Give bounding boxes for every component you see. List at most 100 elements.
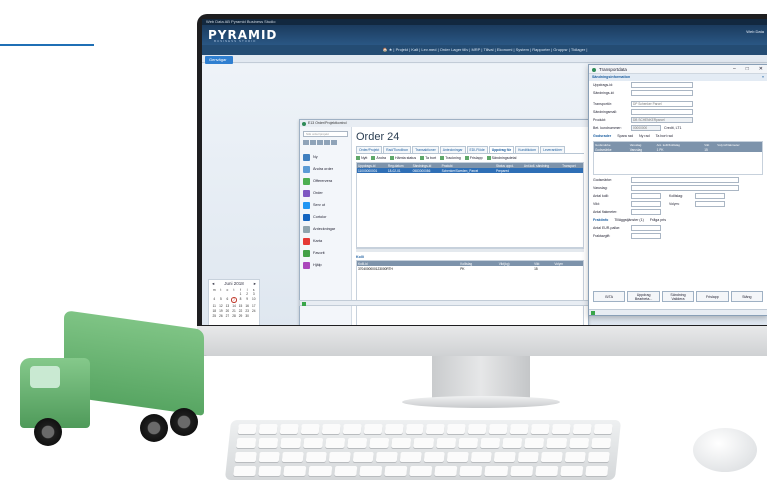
cal-day[interactable]: 3 (250, 292, 257, 296)
kollislag-input[interactable] (695, 193, 725, 199)
cal-day[interactable]: 26 (218, 314, 225, 318)
toolbar-button[interactable]: Frislapp (465, 156, 483, 160)
f2-input[interactable]: DP Schenker Parcel (631, 101, 693, 107)
cal-day[interactable]: 23 (244, 309, 251, 313)
order-tab[interactable]: Anteckningar (439, 146, 466, 153)
gods-tool-button[interactable]: Spara rad (617, 134, 633, 138)
minimize-icon[interactable]: – (733, 65, 736, 74)
tillagg-button[interactable]: Tilläggstjänster (1) (614, 218, 643, 222)
order-tab[interactable]: Kundtikdom (515, 146, 540, 153)
vikt-input[interactable] (631, 201, 661, 207)
toolbar-button[interactable]: Hämta status (390, 156, 416, 160)
app-icon (302, 121, 306, 126)
flakmeter-input[interactable] (631, 209, 661, 215)
cal-day[interactable]: 24 (250, 309, 257, 313)
section-shipment-info[interactable]: Sändningsinformation « (589, 74, 767, 81)
sidebar-item[interactable]: Cortolor (303, 211, 348, 223)
cal-day[interactable]: 17 (250, 304, 257, 308)
cal-day[interactable]: 19 (218, 309, 225, 313)
dialog-title: Transportdata (599, 67, 627, 72)
collapse-icon[interactable]: « (762, 75, 764, 80)
order-tab[interactable]: Order/Projekt (356, 146, 383, 153)
f1-input[interactable] (631, 90, 693, 96)
order-search-input[interactable]: Sök order/projekt (303, 131, 348, 137)
order-tab[interactable]: Leverantörer (540, 146, 566, 153)
dialog-button[interactable]: Sändning Validera (661, 291, 695, 302)
shortcuts-button[interactable]: Genvägar (205, 56, 233, 64)
dialog-button[interactable]: Frislapp (696, 291, 729, 302)
toolbar-button[interactable]: Ändra (371, 156, 386, 160)
toolbar-button[interactable]: Sändningsdetal (487, 156, 517, 160)
dialog-button[interactable]: Stäng (730, 291, 764, 302)
f2-input[interactable]: DB SCHENKERparcel (631, 117, 693, 123)
user-name[interactable]: Web Data (746, 29, 764, 34)
cal-day[interactable]: 30 (244, 314, 251, 318)
dialog-button[interactable]: Uppdrag Bearbeta... (627, 291, 660, 302)
main-menu[interactable]: 🏠 ★ | Projekt | Kalt | Lev.med | Order L… (202, 45, 767, 55)
sidebar-item[interactable]: Ny (303, 151, 348, 163)
cal-day[interactable]: 16 (244, 304, 251, 308)
cal-day[interactable]: 28 (231, 314, 238, 318)
sub-toolbar (202, 55, 767, 63)
kolli-section-label[interactable]: Kolli (356, 255, 584, 259)
f2-input[interactable]: 00000000 (631, 125, 661, 131)
cal-day[interactable] (250, 314, 257, 318)
gods-row[interactable]: Godsmärke Varuslag 1 PK 15 (594, 147, 762, 152)
toolbar-button[interactable]: Trackning (440, 156, 461, 160)
cal-day[interactable]: 2 (244, 292, 251, 296)
section-frakt-label[interactable]: Fraktinfo (593, 218, 608, 222)
fraga-pris-button[interactable]: Fråga pris (650, 218, 666, 222)
godsmarke-input[interactable] (631, 177, 739, 183)
gods-tool-button[interactable]: Ta bort rad (656, 134, 673, 138)
cal-day[interactable]: 6 (224, 297, 231, 303)
maximize-icon[interactable]: □ (746, 65, 749, 74)
order-tab[interactable]: Transaktioner (412, 146, 439, 153)
f1-label: Uppdrags-id: (593, 83, 614, 87)
sidebar-item[interactable]: Favorit (303, 247, 348, 259)
cal-prev-icon[interactable]: ◂ (212, 281, 214, 287)
gods-tool-button[interactable]: Ny rad (639, 134, 650, 138)
volym-input[interactable] (695, 201, 725, 207)
toolbar-button[interactable]: Nytt (356, 156, 367, 160)
desktop-area: ◂ Juni 2018 ▸ mtotfls 1 2 3 4 5 6 7 8 9 10 11 12 13 1… (202, 64, 767, 325)
cal-days[interactable]: 1 2 3 4 5 6 7 8 9 10 11 12 13 14 15 16 17 18 19 20 21 22 23 24 2… (209, 292, 259, 318)
cal-day[interactable]: 5 (218, 297, 225, 303)
cal-day[interactable]: 10 (250, 297, 257, 303)
dialog-titlebar[interactable]: Transportdata – □ ✕ (589, 65, 767, 74)
grid-scrollbar[interactable] (356, 248, 584, 253)
record-nav[interactable] (303, 140, 348, 145)
assign-row[interactable]: 11000000001 18-02-01 0583000086 Schenker/Sw… (357, 168, 583, 174)
cal-day[interactable] (231, 292, 238, 296)
close-icon[interactable]: ✕ (759, 65, 763, 74)
order-tab[interactable]: Uppdrag för (488, 146, 515, 153)
sidebar-item[interactable]: Offerervera (303, 175, 348, 187)
order-window-titlebar[interactable]: E13 Order/Projektkontrol (300, 120, 588, 127)
order-tab[interactable]: EDI-Flöde (466, 146, 488, 153)
antal-kolli-input[interactable] (631, 193, 661, 199)
sidebar-item[interactable]: Ändra order (303, 163, 348, 175)
f1-input[interactable] (631, 82, 693, 88)
cal-day[interactable]: 7 (230, 297, 238, 303)
dialog-button[interactable]: B/TA (593, 291, 626, 302)
eur-pallar-label: Antal EUR-pallar: (593, 226, 621, 230)
sidebar-item[interactable]: Serv ut (303, 199, 348, 211)
assign-cell: Prepared (494, 168, 523, 174)
sidebar-item[interactable]: Karta (303, 235, 348, 247)
sidebar-item[interactable]: Order (303, 187, 348, 199)
kolli-row[interactable]: 3704000000123000RTH PK 15 (357, 266, 583, 271)
section-gods-label[interactable]: Godsrader (593, 134, 611, 138)
cal-day[interactable]: 12 (218, 304, 225, 308)
cal-next-icon[interactable]: ▸ (254, 281, 256, 287)
sidebar-item[interactable]: Hjälp (303, 259, 348, 271)
order-tab[interactable]: Rad/Tiorolibon (383, 146, 412, 153)
sidebar-item[interactable]: Anteckningar (303, 223, 348, 235)
cal-day[interactable] (218, 292, 225, 296)
fraktavgift-input[interactable] (631, 233, 661, 239)
varuslag-input[interactable] (631, 185, 739, 191)
cal-day[interactable]: 14 (231, 304, 238, 308)
f2-input[interactable] (631, 109, 693, 115)
cal-day[interactable]: 9 (244, 297, 251, 303)
toolbar-button[interactable]: Ta bort (420, 156, 436, 160)
cal-day[interactable]: 21 (231, 309, 238, 313)
eur-pallar-input[interactable] (631, 225, 661, 231)
